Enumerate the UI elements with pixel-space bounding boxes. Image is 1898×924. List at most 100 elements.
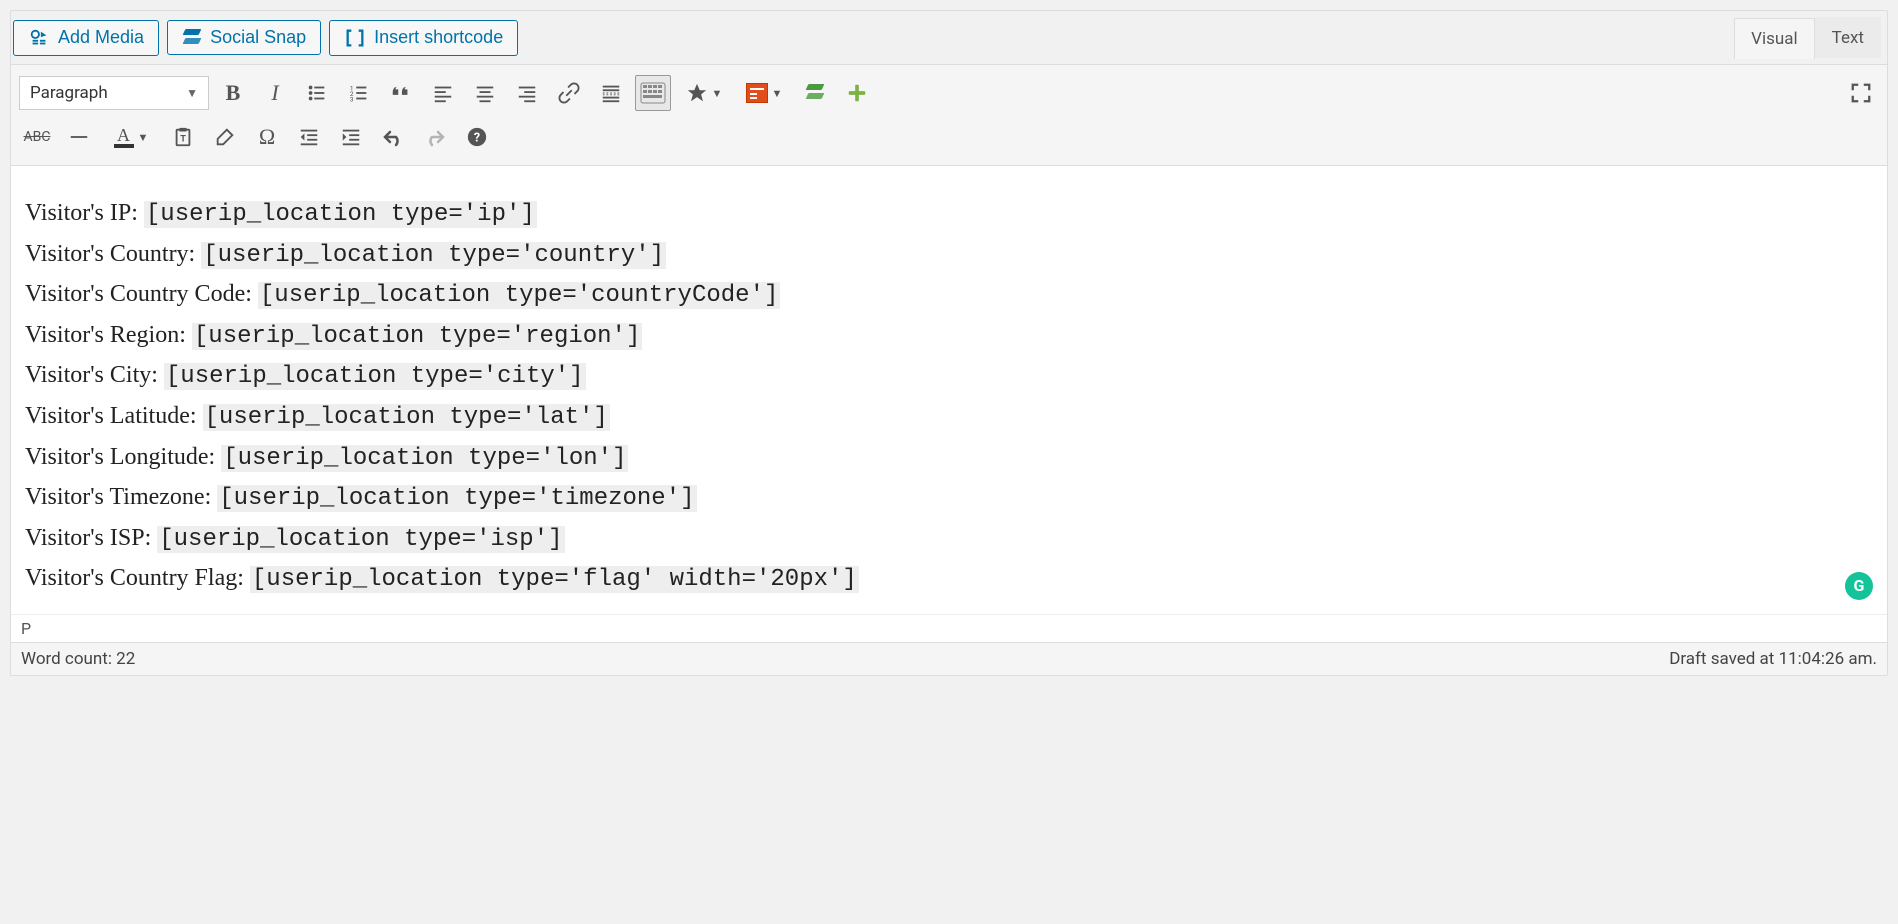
content-label: Visitor's Country Flag: [25,565,250,591]
editor-toolbar: Paragraph ▼ B I 123 [11,64,1887,165]
help-icon: ? [466,126,488,148]
content-line: Visitor's Country Flag: [userip_location… [25,559,1873,600]
add-media-label: Add Media [58,27,144,48]
help-button[interactable]: ? [459,119,495,155]
social-snap-label: Social Snap [210,27,306,48]
editor-tabs: Visual Text [1734,17,1881,58]
fullscreen-button[interactable] [1843,75,1879,111]
link-button[interactable] [551,75,587,111]
social-snap-button[interactable]: Social Snap [167,20,321,55]
align-center-button[interactable] [467,75,503,111]
numbered-list-button[interactable]: 123 [341,75,377,111]
redo-icon [423,125,447,149]
editor-content[interactable]: Visitor's IP: [userip_location type='ip'… [11,165,1887,614]
status-bar: Word count: 22 Draft saved at 11:04:26 a… [11,642,1887,675]
media-button-row: Add Media Social Snap Insert shortcode V… [11,11,1887,64]
element-path-bar[interactable]: P [11,614,1887,642]
content-label: Visitor's City: [25,362,164,388]
blockquote-button[interactable] [383,75,419,111]
bullet-list-button[interactable] [299,75,335,111]
toolbar-row-2: ABC A ▼ T Ω [19,115,1879,159]
format-value: Paragraph [30,83,108,103]
content-line: Visitor's Country Code: [userip_location… [25,275,1873,316]
content-label: Visitor's Latitude: [25,403,203,429]
redo-button[interactable] [417,119,453,155]
undo-icon [381,125,405,149]
content-line: Visitor's Latitude: [userip_location typ… [25,397,1873,438]
text-color-button[interactable]: A ▼ [103,119,159,155]
draft-saved-status: Draft saved at 11:04:26 am. [1669,649,1877,669]
content-line: Visitor's Region: [userip_location type=… [25,316,1873,357]
clipboard-icon: T [172,126,194,148]
horizontal-rule-button[interactable] [61,119,97,155]
content-label: Visitor's Timezone: [25,484,217,510]
special-character-button[interactable]: Ω [249,119,285,155]
chevron-down-icon: ▼ [772,87,783,100]
outdent-button[interactable] [291,119,327,155]
shortcode-text: [userip_location type='countryCode'] [258,282,780,309]
chevron-down-icon: ▼ [712,87,723,100]
template-dropdown-button[interactable]: ▼ [737,75,791,111]
content-body: Visitor's IP: [userip_location type='ip'… [25,194,1873,600]
grammarly-badge[interactable]: G [1845,572,1873,600]
clear-formatting-button[interactable] [207,119,243,155]
align-left-button[interactable] [425,75,461,111]
insert-shortcode-button[interactable]: Insert shortcode [329,20,518,56]
svg-text:3: 3 [350,95,354,103]
chevron-down-icon: ▼ [186,86,198,100]
social-snap-icon [182,28,202,48]
shortcode-text: [userip_location type='timezone'] [217,485,696,512]
star-icon [686,82,708,104]
content-label: Visitor's ISP: [25,525,157,551]
shortcode-text: [userip_location type='flag' width='20px… [250,566,859,593]
shortcode-text: [userip_location type='country'] [201,242,666,269]
plus-icon [846,82,868,104]
snap-icon [805,83,825,103]
shortcode-text: [userip_location type='ip'] [144,201,537,228]
strikethrough-button[interactable]: ABC [19,119,55,155]
undo-button[interactable] [375,119,411,155]
shortcode-text: [userip_location type='isp'] [157,526,564,553]
editor-container: Add Media Social Snap Insert shortcode V… [10,10,1888,676]
read-more-button[interactable] [593,75,629,111]
svg-text:?: ? [474,131,480,146]
shortcode-text: [userip_location type='city'] [164,363,586,390]
snap-toolbar-button[interactable] [797,75,833,111]
add-element-button[interactable] [839,75,875,111]
content-line: Visitor's Longitude: [userip_location ty… [25,438,1873,479]
tab-visual[interactable]: Visual [1734,18,1814,59]
media-icon [28,27,50,49]
align-right-button[interactable] [509,75,545,111]
paste-text-button[interactable]: T [165,119,201,155]
content-label: Visitor's Country: [25,241,201,267]
content-label: Visitor's Longitude: [25,444,221,470]
content-line: Visitor's Country: [userip_location type… [25,235,1873,276]
shortcode-text: [userip_location type='region'] [192,323,642,350]
fullscreen-icon [1850,82,1872,104]
eraser-icon [214,126,236,148]
chevron-down-icon: ▼ [138,131,149,144]
bold-button[interactable]: B [215,75,251,111]
content-label: Visitor's Region: [25,322,192,348]
add-media-button[interactable]: Add Media [13,20,159,56]
content-line: Visitor's ISP: [userip_location type='is… [25,519,1873,560]
toolbar-toggle-button[interactable] [635,75,671,111]
format-dropdown[interactable]: Paragraph ▼ [19,76,209,110]
tab-text[interactable]: Text [1815,17,1881,58]
indent-button[interactable] [333,119,369,155]
shortcode-text: [userip_location type='lat'] [203,404,610,431]
shortcode-icon [344,27,366,49]
content-label: Visitor's IP: [25,200,144,226]
toolbar-row-1: Paragraph ▼ B I 123 [19,71,1879,115]
word-count: Word count: 22 [21,649,135,669]
insert-shortcode-label: Insert shortcode [374,27,503,48]
italic-button[interactable]: I [257,75,293,111]
content-line: Visitor's IP: [userip_location type='ip'… [25,194,1873,235]
content-line: Visitor's City: [userip_location type='c… [25,356,1873,397]
shortcode-text: [userip_location type='lon'] [221,445,628,472]
content-label: Visitor's Country Code: [25,281,258,307]
content-line: Visitor's Timezone: [userip_location typ… [25,478,1873,519]
template-icon [746,83,768,103]
favorite-dropdown-button[interactable]: ▼ [677,75,731,111]
svg-text:T: T [180,135,186,145]
